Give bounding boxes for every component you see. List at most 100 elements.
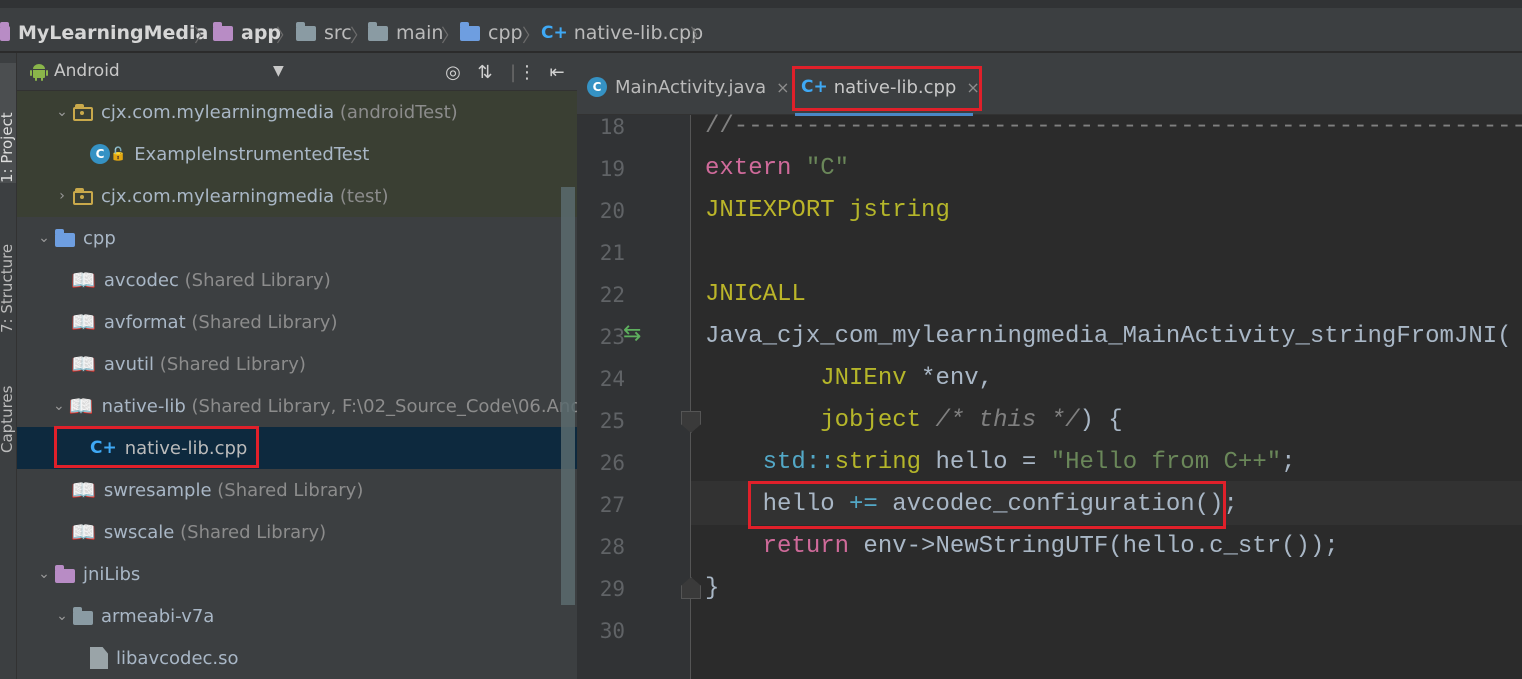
macro: JNICALL <box>705 281 806 308</box>
code-line-23[interactable]: Java_cjx_com_mylearningmedia_MainActivit… <box>705 323 1512 350</box>
tree-row-native-lib[interactable]: ⌄ 📖 native-lib (Shared Library, F:\02_So… <box>17 385 577 427</box>
tree-row-androidtest-package[interactable]: ⌄ cjx.com.mylearningmedia (androidTest) <box>17 91 577 133</box>
string-literal: "C" <box>805 155 850 182</box>
breadcrumb-separator: 〉 <box>690 26 708 47</box>
tree-row-example-instrumented-test[interactable]: C 🔓 ExampleInstrumentedTest <box>17 133 577 175</box>
library-icon: 📖 <box>71 268 96 292</box>
tab-label: MainActivity.java <box>615 76 767 98</box>
tree-row-label: ExampleInstrumentedTest <box>134 143 370 165</box>
more-options-icon[interactable]: ⋮ <box>515 60 539 84</box>
tree-row-swscale[interactable]: 📖 swscale (Shared Library) <box>17 511 577 553</box>
tree-row-armeabi[interactable]: ⌄ armeabi-v7a <box>17 595 577 637</box>
tree-row-label: avcodec <box>103 269 179 291</box>
tree-row-suffix: (Shared Library, F:\02_Source_Code\06.An… <box>191 395 577 417</box>
line-number: 19 <box>599 157 625 181</box>
structure-tool-tab[interactable]: 7: Structure <box>0 203 16 333</box>
code-line-20[interactable]: JNIEXPORT jstring <box>705 197 950 224</box>
code-text: } <box>705 575 720 602</box>
breadcrumb-cpp-label: cpp <box>488 22 523 44</box>
chevron-down-icon[interactable]: ⌄ <box>37 230 51 246</box>
tree-row-suffix: (Shared Library) <box>191 311 338 333</box>
comment-text: //--------------------------------------… <box>705 113 1522 140</box>
code-line-25[interactable]: jobject /* this */) { <box>705 407 1123 434</box>
tree-row-libavcodec-so[interactable]: libavcodec.so <box>17 637 577 679</box>
chevron-down-icon[interactable]: ⌄ <box>53 398 65 414</box>
code-text: hello <box>762 491 850 518</box>
tree-row-label: cjx.com.mylearningmedia <box>101 185 335 207</box>
tree-row-test-package[interactable]: › cjx.com.mylearningmedia (test) <box>17 175 577 217</box>
tree-row-label: cpp <box>83 227 116 249</box>
module-folder-icon <box>213 21 233 41</box>
breadcrumb-src-label: src <box>324 22 352 44</box>
tree-row-label: cjx.com.mylearningmedia <box>101 101 335 123</box>
close-icon[interactable]: × <box>776 78 789 97</box>
locate-file-icon[interactable]: ◎ <box>441 60 465 84</box>
tree-row-label: native-lib.cpp <box>124 437 248 459</box>
package-icon <box>73 187 93 205</box>
tab-native-lib[interactable]: C+ native-lib.cpp × <box>801 65 980 109</box>
tab-label: native-lib.cpp <box>833 76 957 98</box>
breadcrumb-separator: 〉 <box>276 26 294 47</box>
breadcrumb-main[interactable]: main <box>368 20 443 46</box>
code-text: ) { <box>1079 407 1123 434</box>
project-tool-tab[interactable]: 1: Project <box>0 63 16 183</box>
macro: JNIEXPORT <box>705 197 835 224</box>
code-line-29[interactable]: } <box>705 575 719 602</box>
line-number: 20 <box>599 199 625 223</box>
line-number: 18 <box>599 115 625 139</box>
source-folder-icon <box>460 21 480 41</box>
unlock-icon: 🔓 <box>110 146 127 162</box>
code-line-28[interactable]: return env->NewStringUTF(hello.c_str()); <box>705 533 1339 560</box>
tree-row-suffix: (Shared Library) <box>217 479 364 501</box>
type-name: string <box>834 449 922 476</box>
breadcrumb-file[interactable]: C+ native-lib.cpp <box>541 20 703 46</box>
breadcrumb-src[interactable]: src <box>296 20 352 46</box>
tree-row-swresample[interactable]: 📖 swresample (Shared Library) <box>17 469 577 511</box>
collapse-all-icon[interactable]: ⇅ <box>473 60 497 84</box>
code-line-26[interactable]: std::string hello = "Hello from C++"; <box>705 449 1296 476</box>
breadcrumb-project[interactable]: MyLearningMedia <box>0 20 208 46</box>
folder-icon <box>55 228 75 247</box>
code-line-22[interactable]: JNICALL <box>705 281 806 308</box>
captures-tool-tab[interactable]: Captures <box>0 353 16 453</box>
breadcrumb-main-label: main <box>396 22 444 44</box>
tree-row-label: swscale <box>103 521 175 543</box>
breadcrumb-cpp[interactable]: cpp <box>460 20 523 46</box>
code-line-24[interactable]: JNIEnv *env, <box>705 365 993 392</box>
tree-row-suffix: (Shared Library) <box>180 521 327 543</box>
code-line-18[interactable]: //--------------------------------------… <box>705 113 1522 140</box>
type-name: JNIEnv <box>820 365 907 392</box>
hide-panel-icon[interactable]: ⇤ <box>545 60 569 84</box>
jni-navigation-icon[interactable]: ⇆ <box>623 321 641 346</box>
code-line-27[interactable]: hello += avcodec_configuration(); <box>705 491 1238 518</box>
project-scrollbar[interactable] <box>561 187 575 605</box>
chevron-down-icon[interactable]: ⌄ <box>55 608 69 624</box>
library-icon: 📖 <box>68 394 94 418</box>
project-tool-tab-label: 1: Project <box>0 112 16 183</box>
tree-row-avformat[interactable]: 📖 avformat (Shared Library) <box>17 301 577 343</box>
comment-text: /* this */ <box>935 407 1080 434</box>
line-number: 26 <box>599 451 625 475</box>
tree-row-jnilibs[interactable]: ⌄ jniLibs <box>17 553 577 595</box>
project-view-selector[interactable]: Android <box>54 61 120 81</box>
tree-row-suffix: (Shared Library) <box>159 353 306 375</box>
line-number: 25 <box>599 409 625 433</box>
chevron-down-icon[interactable]: ⌄ <box>55 104 69 120</box>
code-line-19[interactable]: extern "C" <box>705 155 849 182</box>
chevron-down-icon[interactable]: ▼ <box>273 63 284 79</box>
function-signature: Java_cjx_com_mylearningmedia_MainActivit… <box>705 323 1512 350</box>
tree-row-avutil[interactable]: 📖 avutil (Shared Library) <box>17 343 577 385</box>
chevron-down-icon[interactable]: ⌄ <box>37 566 51 582</box>
breadcrumb-separator: 〉 <box>522 26 540 47</box>
tree-row-cpp-folder[interactable]: ⌄ cpp <box>17 217 577 259</box>
close-icon[interactable]: × <box>966 78 979 97</box>
tree-row-native-lib-cpp[interactable]: C+ native-lib.cpp <box>17 427 577 469</box>
chevron-right-icon[interactable]: › <box>55 188 69 204</box>
tab-main-activity[interactable]: C MainActivity.java × <box>587 65 790 109</box>
tree-row-suffix: (test) <box>339 185 389 207</box>
breadcrumb-app[interactable]: app <box>213 20 281 46</box>
scope-operator: :: <box>805 449 835 476</box>
package-icon <box>73 103 93 121</box>
tree-row-avcodec[interactable]: 📖 avcodec (Shared Library) <box>17 259 577 301</box>
string-literal: "Hello from C++" <box>1050 449 1282 476</box>
